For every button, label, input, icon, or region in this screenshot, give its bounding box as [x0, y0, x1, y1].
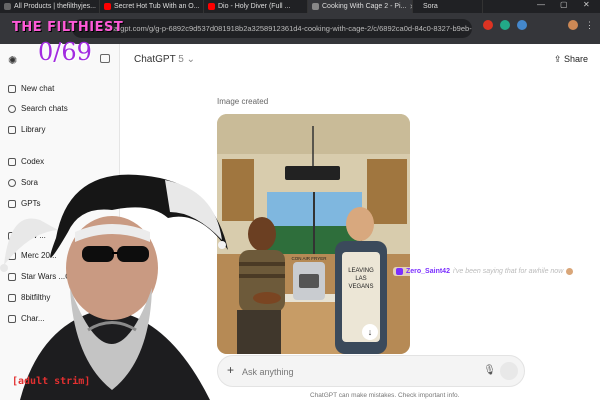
- sidebar-item-label: Library: [21, 125, 46, 134]
- sidebar-toggle-icon[interactable]: [100, 54, 110, 63]
- webcam-overlay: [0, 174, 228, 400]
- browser-tab[interactable]: All Products | thefilthyjes...: [0, 0, 100, 13]
- adult-label: [adult strim]: [12, 376, 91, 387]
- menu-icon[interactable]: ⋮: [585, 20, 595, 30]
- tab-title: Secret Hot Tub With an O...: [114, 3, 200, 10]
- close-window-icon[interactable]: ✕: [583, 0, 590, 9]
- browser-tab[interactable]: Sora: [413, 0, 483, 13]
- share-button[interactable]: ⇪ Share: [554, 54, 588, 65]
- youtube-icon: [208, 3, 215, 10]
- generated-image[interactable]: CON AIR FRYER LEAVING LAS VEGANS ↓: [217, 114, 410, 354]
- tab-title: Cooking With Cage 2 - Pi...: [322, 3, 407, 10]
- sign-text: CON AIR FRYER: [292, 256, 328, 261]
- composer: + 🎙: [217, 355, 525, 387]
- overlay-counter: 0/69: [38, 38, 92, 66]
- minimize-icon[interactable]: —: [537, 0, 545, 9]
- youtube-icon: [104, 3, 111, 10]
- extension-icon[interactable]: [500, 20, 510, 30]
- tab-title: All Products | thefilthyjes...: [14, 3, 96, 10]
- openai-logo-icon[interactable]: ✺: [8, 54, 17, 67]
- voice-mode-button[interactable]: [500, 362, 518, 380]
- model-selector[interactable]: ChatGPT 5 ⌄: [134, 54, 195, 65]
- browser-tab-bar: All Products | thefilthyjes... Secret Ho…: [0, 0, 600, 13]
- chat-text: i've been saying that for awhile now: [452, 268, 564, 275]
- download-icon[interactable]: ↓: [362, 324, 378, 340]
- kitchen-scene: CON AIR FRYER LEAVING LAS VEGANS: [217, 114, 410, 354]
- profile-avatar[interactable]: [568, 20, 578, 30]
- sidebar-item-label: Search chats: [21, 104, 68, 113]
- edit-icon: [8, 84, 16, 93]
- library-icon: [8, 125, 16, 134]
- sidebar-item-search[interactable]: Search chats: [8, 104, 68, 113]
- disclaimer-text: ChatGPT can make mistakes. Check importa…: [310, 392, 460, 399]
- emote-icon: [566, 268, 574, 275]
- extension-icon[interactable]: [517, 20, 527, 30]
- image-status: Image created: [217, 97, 269, 106]
- moderator-badge-icon: [396, 268, 403, 275]
- extension-icon[interactable]: [483, 20, 493, 30]
- browser-tab[interactable]: Secret Hot Tub With an O...: [100, 0, 204, 13]
- tab-title: Sora: [423, 3, 438, 10]
- chat-username: Zero_Saint42: [406, 268, 450, 275]
- chevron-down-icon: ⌄: [186, 54, 196, 65]
- url-field[interactable]: chatgpt.com/g/g-p-6892c9d537d081918b2a32…: [72, 19, 472, 38]
- browser-tab[interactable]: Dio - Holy Diver (Full ...: [204, 0, 308, 13]
- maximize-icon[interactable]: ▢: [560, 0, 568, 9]
- model-version: 5: [178, 54, 184, 65]
- stream-chat-message: Zero_Saint42 i've been saying that for a…: [393, 267, 577, 276]
- model-name: ChatGPT: [134, 54, 176, 65]
- sidebar-item-label: New chat: [21, 84, 55, 93]
- sidebar-item-new-chat[interactable]: New chat: [8, 84, 54, 93]
- browser-tab-active[interactable]: Cooking With Cage 2 - Pi... ✕: [308, 0, 413, 13]
- chatgpt-favicon-icon: [312, 3, 319, 10]
- tab-title: Dio - Holy Diver (Full ...: [218, 3, 291, 10]
- sidebar-item-library[interactable]: Library: [8, 125, 45, 134]
- share-icon: ⇪: [553, 54, 562, 64]
- favicon-icon: [4, 3, 11, 10]
- search-icon: [8, 104, 16, 113]
- microphone-icon[interactable]: 🎙: [483, 365, 496, 376]
- overlay-title: THE FILTHIEST: [12, 20, 124, 35]
- message-input[interactable]: [242, 363, 462, 380]
- share-label: Share: [563, 54, 588, 64]
